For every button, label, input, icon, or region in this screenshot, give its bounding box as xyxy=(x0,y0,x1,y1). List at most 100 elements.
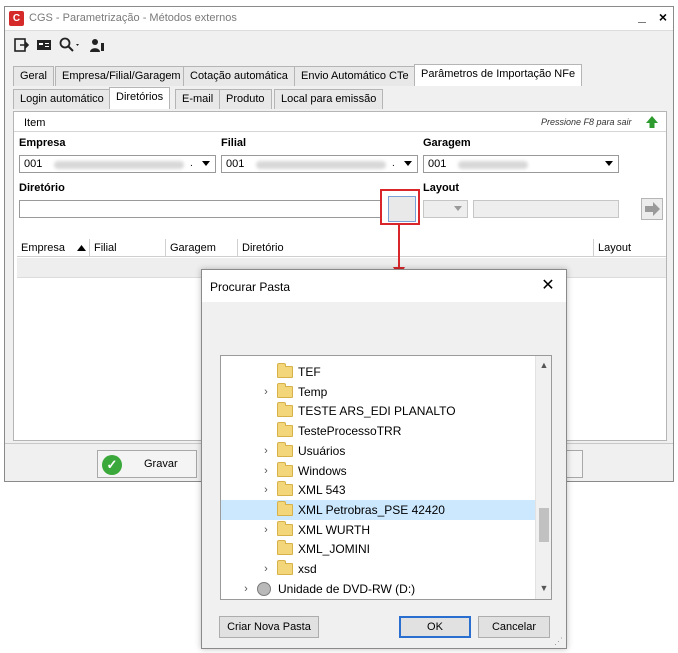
tree-drive-item[interactable]: ›UNIDADES (\\DBXFS) (G:) xyxy=(221,598,535,599)
title-bar: C CGS - Parametrização - Métodos externo… xyxy=(5,7,673,31)
gravar-label: Gravar xyxy=(144,458,178,470)
chevron-down-icon xyxy=(454,206,462,211)
tab-diretorios[interactable]: Diretórios xyxy=(109,87,171,109)
item-label: Item xyxy=(24,117,46,129)
garagem-value: 001 xyxy=(428,158,447,170)
tree-folder-item[interactable]: TesteProcessoTRR xyxy=(221,421,535,441)
empresa-value: 001 xyxy=(24,158,43,170)
tree-item-label: XML_JOMINI xyxy=(298,542,371,557)
vertical-scrollbar[interactable]: ▲ ▼ xyxy=(535,356,551,599)
new-folder-button[interactable]: Criar Nova Pasta xyxy=(219,616,319,638)
tab-email[interactable]: E-mail xyxy=(175,89,221,109)
folder-icon xyxy=(277,520,293,536)
scroll-up-icon[interactable]: ▲ xyxy=(536,358,551,372)
arrow-right-button[interactable] xyxy=(641,198,663,220)
panel-header: Item Pressione F8 para sair xyxy=(14,112,666,132)
chevron-right-icon[interactable]: › xyxy=(261,386,271,398)
garagem-select[interactable]: 001 xyxy=(423,155,619,173)
grid-col-filial[interactable]: Filial xyxy=(90,239,166,257)
grid-col-garagem[interactable]: Garagem xyxy=(166,239,238,257)
green-up-arrow-icon[interactable] xyxy=(645,115,659,129)
grid-header: Empresa Filial Garagem Diretório Layout xyxy=(17,239,666,257)
chevron-right-icon[interactable]: › xyxy=(261,524,271,536)
folder-icon xyxy=(277,461,293,477)
ellipsis-icon: . xyxy=(190,158,193,169)
tree-folder-item[interactable]: › XML WURTH xyxy=(221,520,535,540)
browse-folder-dialog: Procurar Pasta ✕ TEF › Temp TESTE ARS_EDI P… xyxy=(201,269,567,649)
tree-folder-item[interactable]: › Usuários xyxy=(221,441,535,461)
empresa-label: Empresa xyxy=(19,137,66,149)
filial-label: Filial xyxy=(221,137,247,149)
check-icon: ✓ xyxy=(102,455,122,475)
tree-item-label: Unidade de DVD-RW (D:) xyxy=(278,581,416,596)
resize-grip-icon[interactable]: ⋰ xyxy=(554,636,564,646)
tree-folder-item[interactable]: › XML 543 xyxy=(221,480,535,500)
tree-folder-item[interactable]: TESTE ARS_EDI PLANALTO xyxy=(221,401,535,421)
tree-item-label: xsd xyxy=(298,562,317,576)
f8-hint: Pressione F8 para sair xyxy=(541,117,632,127)
chevron-right-icon[interactable]: › xyxy=(241,583,251,595)
tree-item-label: TEF xyxy=(298,365,321,379)
tab-local-emissao[interactable]: Local para emissão xyxy=(274,89,384,109)
folder-icon xyxy=(277,500,293,516)
blurred-text xyxy=(256,161,386,169)
search-dropdown-icon[interactable] xyxy=(57,37,83,55)
tree-folder-item[interactable]: XML_JOMINI xyxy=(221,539,535,559)
grid-col-empresa[interactable]: Empresa xyxy=(17,239,90,257)
tab-login-automatico[interactable]: Login automático xyxy=(13,89,111,109)
tab-geral[interactable]: Geral xyxy=(13,66,54,86)
dialog-close-button[interactable]: ✕ xyxy=(536,275,560,297)
folder-icon xyxy=(277,441,293,457)
diretorio-input[interactable] xyxy=(19,200,381,218)
chevron-down-icon xyxy=(605,161,613,166)
chevron-right-icon[interactable]: › xyxy=(261,445,271,457)
cancel-button[interactable]: Cancelar xyxy=(478,616,550,638)
blurred-text xyxy=(458,161,528,169)
chevron-down-icon xyxy=(404,161,412,166)
folder-icon xyxy=(277,382,293,398)
tab-cotacao-automatica[interactable]: Cotação automática xyxy=(183,66,295,86)
arrow-right-icon xyxy=(645,202,660,216)
folder-tree[interactable]: TEF › Temp TESTE ARS_EDI PLANALTO TesteProce… xyxy=(220,355,552,600)
tab-produto[interactable]: Produto xyxy=(219,89,272,109)
layout-select[interactable] xyxy=(423,200,468,218)
tab-parametros-importacao-nfe[interactable]: Parâmetros de Importação NFe xyxy=(414,64,583,86)
gravar-button[interactable]: ✓ Gravar xyxy=(97,450,197,478)
folder-icon xyxy=(277,540,293,556)
tree-item-label: XML Petrobras_PSE 42420 xyxy=(298,502,445,517)
grid-col-diretorio[interactable]: Diretório xyxy=(238,239,594,257)
close-button[interactable]: × xyxy=(654,9,672,29)
grid-col-layout[interactable]: Layout xyxy=(594,239,666,257)
chevron-right-icon[interactable]: › xyxy=(261,484,271,496)
sort-asc-icon xyxy=(77,245,86,251)
tree-folder-item[interactable]: XML Petrobras_PSE 42420 xyxy=(221,499,535,520)
folder-icon xyxy=(277,481,293,497)
export-icon[interactable] xyxy=(11,37,31,55)
tree-folder-item[interactable]: › Temp xyxy=(221,382,535,402)
scroll-thumb[interactable] xyxy=(539,508,549,542)
scroll-down-icon[interactable]: ▼ xyxy=(536,581,551,595)
tree-folder-item[interactable]: › xsd xyxy=(221,559,535,579)
ok-button[interactable]: OK xyxy=(399,616,471,638)
tab-empresa-filial-garagem[interactable]: Empresa/Filial/Garagem xyxy=(55,66,188,86)
chevron-right-icon[interactable]: › xyxy=(261,563,271,575)
tree-item-label: TESTE ARS_EDI PLANALTO xyxy=(298,404,456,419)
minimize-button[interactable]: _ xyxy=(633,8,651,28)
tab-envio-automatico-cte[interactable]: Envio Automático CTe xyxy=(294,66,416,86)
app-icon: C xyxy=(9,11,24,26)
filial-select[interactable]: 001 . xyxy=(221,155,418,173)
chevron-right-icon[interactable]: › xyxy=(261,465,271,477)
chevron-down-icon xyxy=(202,161,210,166)
grid-col-empresa-label: Empresa xyxy=(21,242,66,254)
tree-drive-item[interactable]: › Unidade de DVD-RW (D:) xyxy=(221,579,535,599)
user-icon[interactable] xyxy=(87,37,107,55)
highlight-box xyxy=(380,189,420,225)
folder-icon xyxy=(277,422,293,438)
folder-icon xyxy=(277,560,293,575)
tree-folder-item[interactable]: TEF xyxy=(221,362,535,382)
tree-item-label: XML 543 xyxy=(298,483,346,498)
card-icon[interactable] xyxy=(34,37,54,55)
tree-folder-item[interactable]: › Windows xyxy=(221,461,535,481)
empresa-select[interactable]: 001 . xyxy=(19,155,216,173)
tree-item-label: XML WURTH xyxy=(298,522,370,537)
